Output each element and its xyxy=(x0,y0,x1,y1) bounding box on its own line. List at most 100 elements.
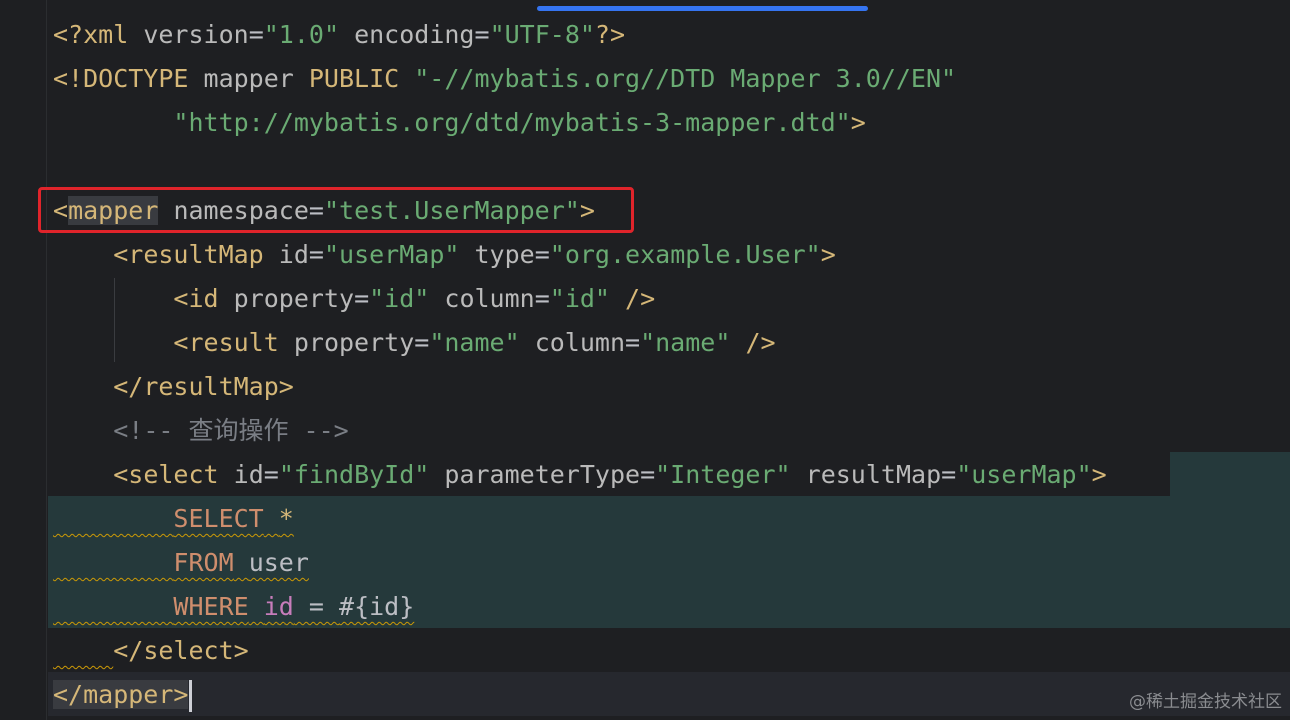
code-token: "org.example.User" xyxy=(549,240,821,269)
code-token: id xyxy=(278,240,309,269)
code-token: id xyxy=(263,592,294,621)
code-line[interactable]: FROM user xyxy=(53,541,309,585)
code-token: column xyxy=(444,284,535,313)
code-token: <? xyxy=(53,20,84,49)
code-token: = xyxy=(414,328,430,357)
code-token: "name" xyxy=(429,328,520,357)
code-token: version xyxy=(143,20,249,49)
code-token: = xyxy=(625,328,641,357)
code-token: <!DOCTYPE xyxy=(53,64,204,93)
code-token: = xyxy=(354,284,370,313)
code-token: resultMap xyxy=(805,460,942,489)
code-line[interactable]: </mapper> xyxy=(53,673,193,717)
code-token: "name" xyxy=(640,328,731,357)
code-token: "1.0" xyxy=(263,20,340,49)
code-token: <result xyxy=(173,328,294,357)
text-caret xyxy=(189,680,193,712)
code-token: /> xyxy=(730,328,776,357)
code-token: <select xyxy=(113,460,234,489)
code-line[interactable]: <result property="name" column="name" /> xyxy=(53,321,776,365)
code-token: /> xyxy=(610,284,656,313)
code-line[interactable]: </resultMap> xyxy=(53,365,294,409)
code-token: = xyxy=(248,20,264,49)
current-line-highlight xyxy=(48,672,1290,716)
code-line[interactable]: <?xml version="1.0" encoding="UTF-8"?> xyxy=(53,13,625,57)
code-token: "Integer" xyxy=(655,460,791,489)
code-line[interactable]: WHERE id = #{id} xyxy=(53,585,414,629)
code-token: = xyxy=(308,240,324,269)
code-line[interactable]: </select> xyxy=(53,629,249,673)
code-token: parameterType xyxy=(444,460,641,489)
code-token: </select> xyxy=(113,636,249,665)
code-token: FROM xyxy=(173,548,234,577)
code-token: SELECT xyxy=(173,504,264,533)
code-token: = xyxy=(534,284,550,313)
code-token: "userMap" xyxy=(956,460,1092,489)
horizontal-scroll-indicator[interactable] xyxy=(537,6,868,11)
code-token: "id" xyxy=(549,284,610,313)
code-token: "http://mybatis.org/dtd/mybatis-3-mapper… xyxy=(173,108,851,137)
code-token: id xyxy=(233,460,264,489)
code-token: column xyxy=(534,328,626,357)
code-token: <!-- 查询操作 --> xyxy=(113,416,349,445)
code-line[interactable]: SELECT * xyxy=(53,497,294,541)
code-line[interactable]: <select id="findById" parameterType="Int… xyxy=(53,453,1107,497)
code-token: "UTF-8" xyxy=(489,20,595,49)
code-token: #{id} xyxy=(339,592,415,621)
code-token: "userMap" xyxy=(323,240,460,269)
code-token: property xyxy=(233,284,355,313)
code-token: xml xyxy=(83,20,144,49)
selection-highlight xyxy=(1170,452,1290,496)
code-line[interactable]: <resultMap id="userMap" type="org.exampl… xyxy=(53,233,836,277)
code-token: property xyxy=(293,328,415,357)
code-token: > xyxy=(820,240,836,269)
code-token: mapper xyxy=(203,64,309,93)
code-token: </resultMap> xyxy=(113,372,294,401)
code-line[interactable]: <!DOCTYPE mapper PUBLIC "-//mybatis.org/… xyxy=(53,57,956,101)
watermark: @稀土掘金技术社区 xyxy=(1129,692,1282,712)
code-token: ?> xyxy=(594,20,626,49)
code-token: = xyxy=(293,592,340,621)
code-token: type xyxy=(474,240,535,269)
code-token: </mapper> xyxy=(53,680,189,709)
code-token: encoding xyxy=(354,20,475,49)
code-token: user xyxy=(248,548,309,577)
annotation-highlight-box xyxy=(38,187,634,233)
code-token: > xyxy=(850,108,866,137)
code-token: "id" xyxy=(369,284,430,313)
code-token: = xyxy=(640,460,656,489)
code-line[interactable]: <!-- 查询操作 --> xyxy=(53,409,349,453)
code-token: > xyxy=(1091,460,1107,489)
code-token: * xyxy=(278,504,294,533)
gutter-divider xyxy=(46,0,47,720)
code-line[interactable]: "http://mybatis.org/dtd/mybatis-3-mapper… xyxy=(53,101,866,145)
code-token: <resultMap xyxy=(113,240,279,269)
code-token: WHERE xyxy=(173,592,249,621)
code-line[interactable]: <id property="id" column="id" /> xyxy=(53,277,655,321)
code-token: = xyxy=(474,20,490,49)
code-token: <id xyxy=(173,284,234,313)
code-token: = xyxy=(263,460,279,489)
code-token: "findById" xyxy=(278,460,430,489)
code-editor[interactable]: <?xml version="1.0" encoding="UTF-8"?> <!… xyxy=(0,0,1290,720)
code-token: = xyxy=(941,460,957,489)
